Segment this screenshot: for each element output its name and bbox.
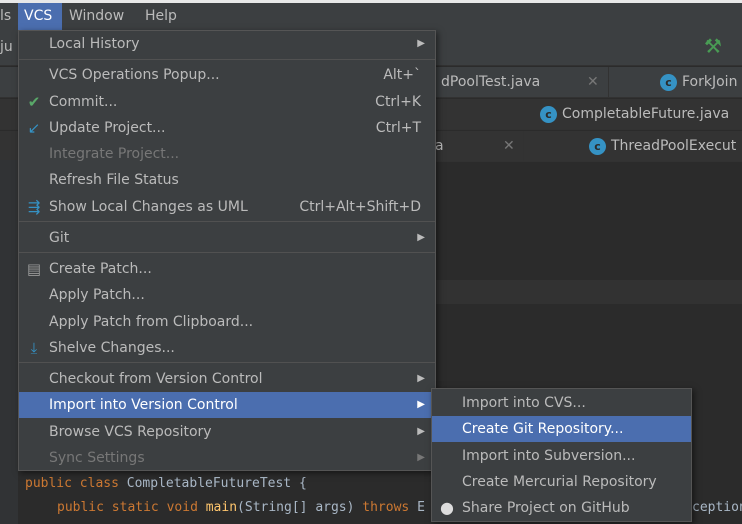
submenu-arrow-icon: ▶ [417, 232, 425, 243]
menu-item-shelve-changes[interactable]: ⤓ Shelve Changes... [19, 335, 435, 361]
uml-icon: ⇶ [27, 198, 41, 216]
class-locked-icon: c [540, 105, 557, 123]
menu-item-show-local-changes-uml[interactable]: ⇶ Show Local Changes as UML Ctrl+Alt+Shift… [19, 194, 435, 220]
import-submenu: Import into CVS... Create Git Repository… [431, 388, 692, 522]
menu-item-browse-vcs-repository[interactable]: Browse VCS Repository ▶ [19, 419, 435, 445]
editor-tab[interactable]: dPoolTest.java ✕ [435, 67, 609, 98]
github-icon: ● [440, 498, 454, 517]
code-line-2: public static void main(String[] args) t… [57, 500, 425, 515]
submenu-arrow-icon: ▶ [417, 426, 425, 437]
tab-label: a [435, 138, 444, 154]
submenu-arrow-icon: ▶ [417, 373, 425, 384]
submenu-item-import-subversion[interactable]: Import into Subversion... [432, 443, 691, 469]
menu-item-refresh-file-status[interactable]: Refresh File Status [19, 167, 435, 193]
class-run-icon: c [660, 73, 677, 91]
menu-item-import-into-vcs[interactable]: Import into Version Control ▶ [19, 392, 435, 418]
menu-item-vcs-operations-popup[interactable]: VCS Operations Popup... Alt+` [19, 62, 435, 88]
menu-item-apply-patch-clipboard[interactable]: Apply Patch from Clipboard... [19, 309, 435, 335]
menu-item-git[interactable]: Git ▶ [19, 225, 435, 251]
build-hammer-icon[interactable]: ⚒ [704, 34, 722, 58]
tab-label: dPoolTest.java [441, 74, 541, 90]
menu-window[interactable]: Window [63, 3, 130, 30]
editor-tab[interactable]: c ThreadPoolExecut [525, 131, 742, 162]
menu-item-create-patch[interactable]: ▤ Create Patch... [19, 256, 435, 282]
submenu-item-create-git-repository[interactable]: Create Git Repository... [432, 416, 691, 442]
menu-tools[interactable]: ls [0, 3, 17, 30]
menu-item-sync-settings: Sync Settings ▶ [19, 445, 435, 471]
editor-gutter [0, 160, 18, 524]
current-line-highlight [435, 280, 742, 304]
check-icon: ✔ [27, 93, 41, 111]
menu-vcs[interactable]: VCS [18, 3, 62, 30]
menu-separator [19, 221, 435, 222]
class-locked-icon: c [589, 137, 606, 155]
submenu-item-create-mercurial-repository[interactable]: Create Mercurial Repository [432, 469, 691, 495]
tab-label: ThreadPoolExecut [611, 138, 737, 154]
tab-label: CompletableFuture.java [562, 106, 730, 122]
vcs-menu: Local History ▶ VCS Operations Popup... Al… [18, 30, 436, 471]
shelve-icon: ⤓ [30, 339, 38, 357]
menubar: ls VCS Window Help [0, 3, 742, 30]
submenu-arrow-icon: ▶ [417, 452, 425, 463]
close-icon[interactable]: ✕ [587, 67, 599, 98]
patch-icon: ▤ [26, 260, 42, 278]
submenu-item-share-github[interactable]: ● Share Project on GitHub [432, 495, 691, 521]
menu-separator [19, 362, 435, 363]
project-breadcrumb[interactable]: ju [0, 39, 13, 55]
submenu-item-import-cvs[interactable]: Import into CVS... [432, 390, 691, 416]
menu-item-commit[interactable]: ✔ Commit... Ctrl+K [19, 89, 435, 115]
menu-item-update-project[interactable]: ↙ Update Project... Ctrl+T [19, 115, 435, 141]
tab-label: ForkJoin [682, 74, 738, 90]
submenu-arrow-icon: ▶ [417, 399, 425, 410]
editor-tab[interactable]: c CompletableFuture.java [540, 99, 742, 130]
menu-item-apply-patch[interactable]: Apply Patch... [19, 282, 435, 308]
editor-tab[interactable]: c ForkJoin [610, 67, 742, 98]
editor-tab[interactable]: a ✕ [435, 131, 524, 162]
menu-item-integrate-project: Integrate Project... [49, 146, 180, 162]
menu-item-local-history[interactable]: Local History ▶ [19, 31, 435, 57]
submenu-arrow-icon: ▶ [417, 38, 425, 49]
close-icon[interactable]: ✕ [503, 131, 515, 162]
menu-help[interactable]: Help [139, 3, 183, 30]
menu-separator [19, 252, 435, 253]
update-arrow-icon: ↙ [27, 119, 41, 137]
code-line-2-tail: ception [692, 500, 742, 515]
menu-item-checkout-vcs[interactable]: Checkout from Version Control ▶ [19, 366, 435, 392]
menu-separator [19, 59, 435, 60]
code-line-1: public class CompletableFutureTest { [25, 476, 307, 491]
